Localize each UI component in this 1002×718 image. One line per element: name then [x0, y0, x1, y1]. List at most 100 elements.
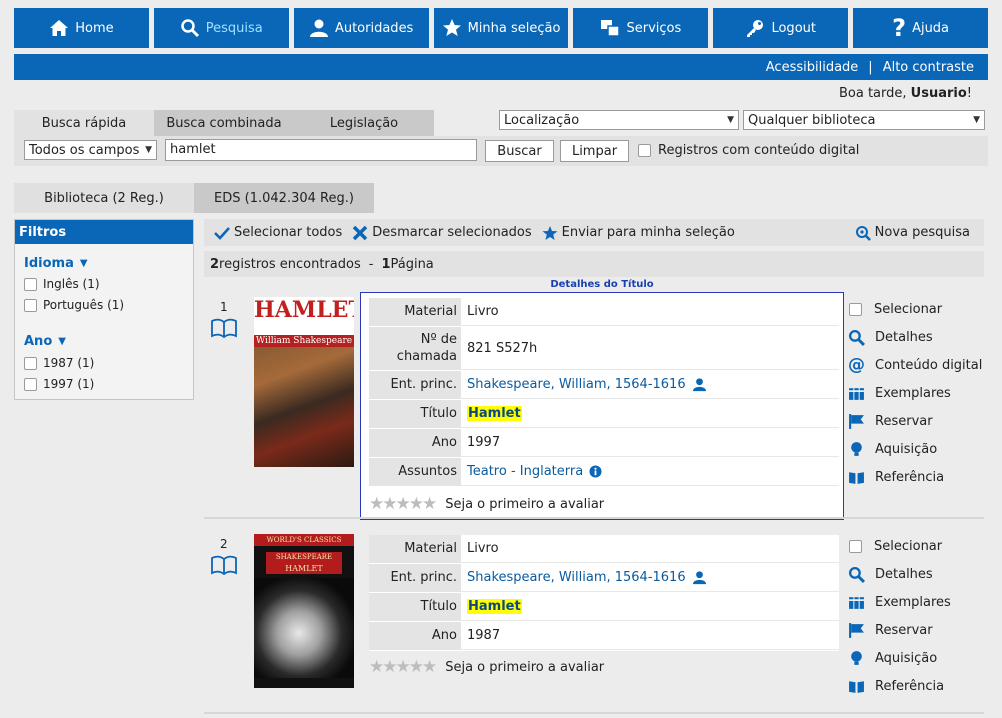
digital-content-filter[interactable]: Registros com conteúdo digital: [638, 143, 859, 158]
high-contrast-link[interactable]: Alto contraste: [883, 60, 974, 75]
book-cover[interactable]: WORLD'S CLASSICS SHAKESPEARE HAMLET: [254, 534, 354, 688]
tab-combined-search[interactable]: Busca combinada: [154, 110, 294, 136]
authority-user-icon[interactable]: [692, 570, 707, 585]
filter-option[interactable]: Português (1): [24, 298, 124, 312]
reference-action[interactable]: Referência: [848, 672, 988, 700]
details-action[interactable]: Detalhes: [848, 560, 988, 588]
digital-content-action[interactable]: @ Conteúdo digital: [848, 351, 988, 379]
open-book-icon[interactable]: [211, 318, 237, 338]
rating-text: Seja o primeiro a avaliar: [445, 659, 605, 675]
author-link[interactable]: Shakespeare, William, 1564-1616: [467, 570, 686, 585]
details-action[interactable]: Detalhes: [848, 323, 988, 351]
filter-option[interactable]: 1997 (1): [24, 377, 94, 391]
nav-help-label: Ajuda: [912, 20, 950, 36]
copies-action[interactable]: Exemplares: [848, 588, 988, 616]
detail-label: Assuntos: [369, 458, 461, 486]
subject-link[interactable]: Teatro - Inglaterra: [467, 464, 583, 479]
open-book-icon: [849, 471, 864, 484]
send-to-selection-button[interactable]: Enviar para minha seleção: [542, 225, 735, 241]
rating-stars-icon[interactable]: ★★★★★: [369, 494, 437, 514]
x-icon: [353, 225, 368, 240]
greeting-user: Usuario: [910, 86, 967, 101]
accessibility-link[interactable]: Acessibilidade: [766, 60, 859, 75]
search-input[interactable]: hamlet: [165, 139, 477, 161]
reserve-action[interactable]: Reservar: [848, 616, 988, 644]
nav-services-button[interactable]: Serviços: [573, 8, 709, 48]
filter-checkbox[interactable]: [24, 377, 37, 391]
acquisition-action[interactable]: Aquisição: [848, 435, 988, 463]
rating-stars-icon[interactable]: ★★★★★: [369, 657, 437, 677]
cover-author: William Shakespeare: [254, 335, 354, 347]
title-highlight[interactable]: Hamlet: [467, 599, 522, 614]
detail-label: Título: [369, 400, 461, 428]
checkbox-icon[interactable]: [849, 302, 862, 316]
filter-group-year[interactable]: Ano ▼: [24, 334, 66, 349]
checkbox-icon[interactable]: [849, 539, 862, 553]
digital-content-label: Registros com conteúdo digital: [658, 143, 860, 158]
reserve-action[interactable]: Reservar: [848, 407, 988, 435]
select-record-action[interactable]: Selecionar: [848, 295, 988, 323]
new-search-button[interactable]: Nova pesquisa: [855, 225, 970, 241]
action-label: Reservar: [875, 622, 933, 638]
book-cover[interactable]: HAMLET William Shakespeare: [254, 297, 354, 467]
select-all-button[interactable]: Selecionar todos: [214, 225, 342, 241]
action-label: Referência: [875, 678, 945, 694]
question-icon: ?: [892, 14, 907, 42]
author-link[interactable]: Shakespeare, William, 1564-1616: [467, 377, 686, 392]
authority-user-icon[interactable]: [692, 377, 707, 392]
detail-label: Ent. princ.: [369, 371, 461, 399]
filter-option[interactable]: Inglês (1): [24, 277, 100, 291]
copies-action[interactable]: Exemplares: [848, 379, 988, 407]
nav-logout-button[interactable]: Logout: [713, 8, 849, 48]
top-navigation: Home Pesquisa Autoridades Minha seleção …: [14, 8, 989, 48]
clear-button[interactable]: Limpar: [560, 140, 629, 162]
nav-services-label: Serviços: [626, 20, 682, 36]
action-label: Reservar: [875, 413, 933, 429]
tab-library-results[interactable]: Biblioteca (2 Reg.): [14, 183, 194, 213]
detail-value: Hamlet: [461, 400, 839, 428]
detail-value: Shakespeare, William, 1564-1616: [461, 564, 839, 592]
info-icon[interactable]: [589, 465, 602, 478]
deselect-button[interactable]: Desmarcar selecionados: [352, 225, 532, 241]
tab-eds-results[interactable]: EDS (1.042.304 Reg.): [194, 183, 374, 213]
filter-checkbox[interactable]: [24, 277, 37, 291]
rating-text: Seja o primeiro a avaliar: [445, 496, 605, 512]
filter-option[interactable]: 1987 (1): [24, 356, 94, 370]
field-select[interactable]: Todos os campos ▼: [24, 140, 157, 160]
tab-quick-search[interactable]: Busca rápida: [14, 110, 154, 136]
reference-action[interactable]: Referência: [848, 463, 988, 491]
cover-top: HAMLET: [254, 297, 354, 335]
search-button[interactable]: Buscar: [485, 140, 554, 162]
detail-row: Assuntos Teatro - Inglaterra: [369, 458, 839, 487]
library-select[interactable]: Qualquer biblioteca ▼: [743, 110, 985, 130]
filters-panel: Filtros Idioma ▼ Inglês (1) Português (1)…: [14, 219, 194, 400]
tab-legislation[interactable]: Legislação: [294, 110, 434, 136]
detail-value: 1987: [461, 622, 839, 650]
location-select[interactable]: Localização ▼: [499, 110, 739, 130]
results-count-number: 2: [210, 256, 220, 272]
detail-value: 1997: [461, 429, 839, 457]
nav-selection-button[interactable]: Minha seleção: [433, 8, 569, 48]
home-icon: [50, 20, 69, 36]
nav-help-button[interactable]: ? Ajuda: [853, 8, 989, 48]
open-book-icon[interactable]: [211, 555, 237, 575]
nav-home-button[interactable]: Home: [14, 8, 149, 48]
filter-checkbox[interactable]: [24, 298, 37, 312]
action-label: Detalhes: [875, 566, 933, 582]
copies-icon: [849, 596, 864, 609]
title-highlight[interactable]: Hamlet: [467, 406, 522, 421]
filters-title: Filtros: [15, 220, 193, 244]
detail-row: Ano 1997: [369, 429, 839, 458]
flag-icon: [849, 413, 864, 429]
nav-logout-label: Logout: [771, 20, 816, 36]
digital-content-checkbox[interactable]: [638, 144, 651, 157]
detail-label: Ent. princ.: [369, 564, 461, 592]
filter-group-language[interactable]: Idioma ▼: [24, 256, 88, 271]
title-details-label: Detalhes do Título: [550, 279, 654, 290]
select-record-action[interactable]: Selecionar: [848, 532, 988, 560]
caret-down-icon: ▼: [58, 336, 66, 347]
nav-authorities-button[interactable]: Autoridades: [293, 8, 429, 48]
nav-search-button[interactable]: Pesquisa: [153, 8, 289, 48]
filter-checkbox[interactable]: [24, 356, 37, 370]
acquisition-action[interactable]: Aquisição: [848, 644, 988, 672]
